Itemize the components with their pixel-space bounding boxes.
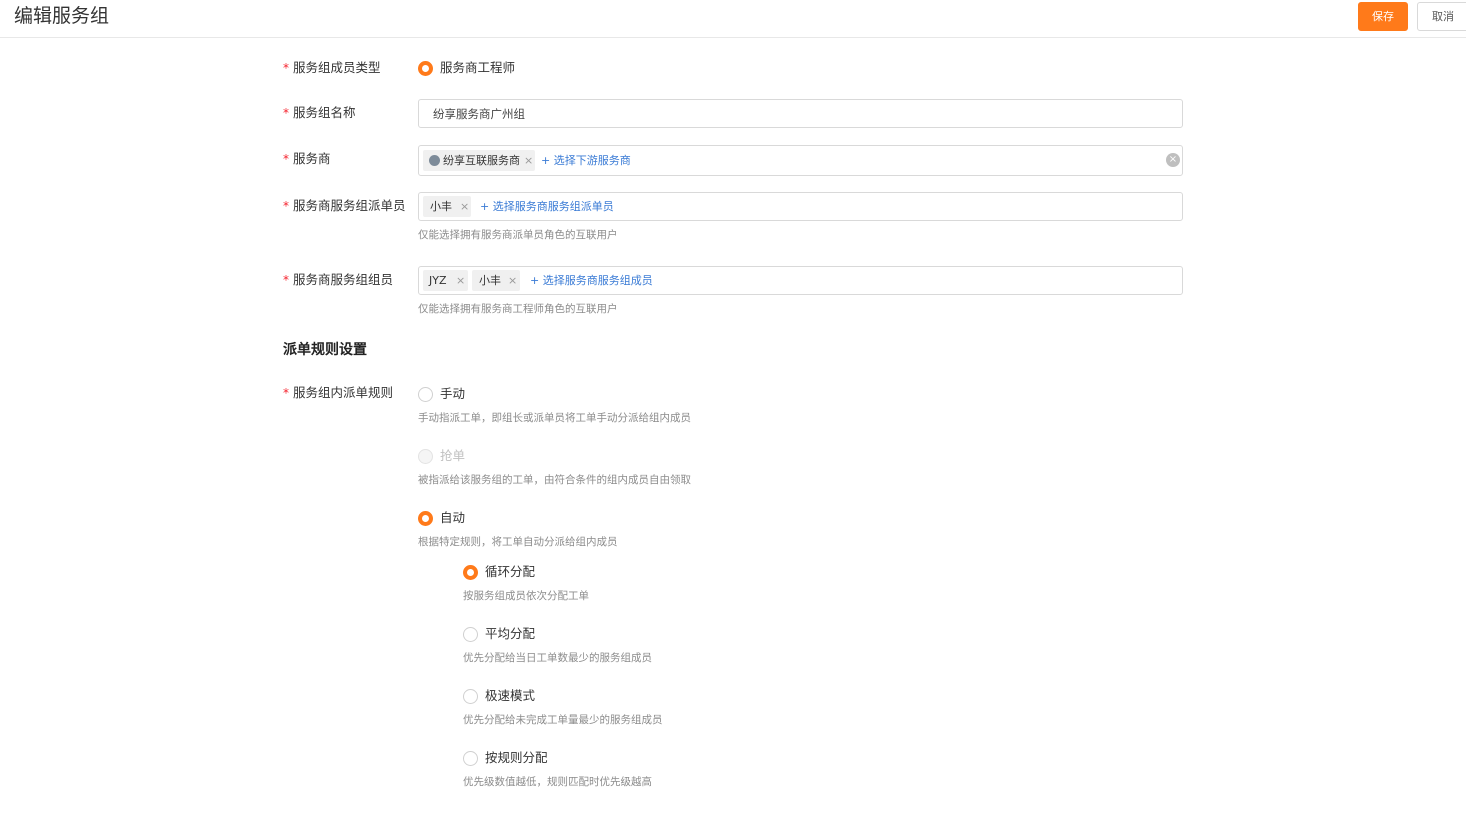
provider-tag-label: 纷享互联服务商 [443, 154, 520, 167]
close-icon[interactable]: × [460, 196, 469, 217]
required-mark: * [283, 152, 289, 166]
auto-speed-hint: 优先分配给未完成工单量最少的服务组成员 [463, 714, 663, 726]
provider-tag: 纷享互联服务商 × [423, 150, 535, 171]
group-name-label: * 服务组名称 [283, 105, 356, 120]
required-mark: * [283, 386, 289, 400]
cancel-button[interactable]: 取消 [1417, 2, 1466, 31]
dispatcher-label: * 服务商服务组派单员 [283, 198, 406, 213]
member-tag: JYZ × [423, 270, 468, 291]
group-name-value: 纷享服务商广州组 [433, 107, 525, 121]
globe-icon [429, 155, 440, 166]
group-name-input[interactable]: 纷享服务商广州组 [418, 99, 1183, 128]
rule-auto-hint: 根据特定规则，将工单自动分派给组内成员 [418, 536, 618, 548]
auto-speed-label: 极速模式 [485, 688, 536, 703]
member-type-radio[interactable] [418, 61, 433, 76]
required-mark: * [283, 199, 289, 213]
member-tag-label: 小丰 [479, 274, 501, 287]
page-title: 编辑服务组 [14, 5, 110, 27]
close-icon[interactable]: × [456, 270, 465, 291]
rule-manual-radio[interactable] [418, 387, 433, 402]
close-icon[interactable]: × [524, 150, 533, 171]
auto-round-robin-hint: 按服务组成员依次分配工单 [463, 590, 589, 602]
page-header: 编辑服务组 保存 取消 [0, 0, 1466, 38]
members-label: * 服务商服务组组员 [283, 272, 394, 287]
select-dispatcher-link[interactable]: + 选择服务商服务组派单员 [480, 196, 614, 217]
required-mark: * [283, 273, 289, 287]
auto-by-rule-hint: 优先级数值越低，规则匹配时优先级越高 [463, 776, 652, 788]
dispatcher-select[interactable]: 小丰 × + 选择服务商服务组派单员 [418, 192, 1183, 221]
provider-select[interactable]: 纷享互联服务商 × + 选择下游服务商 [418, 145, 1183, 176]
auto-average-radio[interactable] [463, 627, 478, 642]
auto-by-rule-label: 按规则分配 [485, 750, 548, 765]
dispatcher-tag-label: 小丰 [430, 200, 452, 213]
rule-manual-label: 手动 [440, 386, 466, 401]
required-mark: * [283, 61, 289, 75]
member-tag: 小丰 × [472, 270, 520, 291]
rule-auto-radio[interactable] [418, 511, 433, 526]
rule-grab-label: 抢单 [440, 448, 466, 463]
rule-auto-label: 自动 [440, 510, 466, 525]
auto-round-robin-label: 循环分配 [485, 564, 536, 579]
edit-service-group-page: 编辑服务组 保存 取消 * 服务组成员类型 服务商工程师 * 服务组名称 纷享服务商… [0, 0, 1466, 823]
auto-average-hint: 优先分配给当日工单数最少的服务组成员 [463, 652, 652, 664]
member-tag-label: JYZ [429, 274, 447, 287]
required-mark: * [283, 106, 289, 120]
select-members-link[interactable]: + 选择服务商服务组成员 [530, 270, 653, 291]
dispatcher-hint: 仅能选择拥有服务商派单员角色的互联用户 [418, 229, 618, 241]
dispatch-rule-label: * 服务组内派单规则 [283, 385, 394, 400]
select-provider-link[interactable]: + 选择下游服务商 [541, 150, 631, 171]
rule-grab-radio [418, 449, 433, 464]
section-title-dispatch-rules: 派单规则设置 [283, 342, 367, 358]
members-hint: 仅能选择拥有服务商工程师角色的互联用户 [418, 303, 618, 315]
auto-speed-radio[interactable] [463, 689, 478, 704]
members-select[interactable]: JYZ × 小丰 × + 选择服务商服务组成员 [418, 266, 1183, 295]
provider-label: * 服务商 [283, 151, 331, 166]
auto-average-label: 平均分配 [485, 626, 536, 641]
save-button[interactable]: 保存 [1358, 2, 1408, 31]
rule-manual-hint: 手动指派工单，即组长或派单员将工单手动分派给组内成员 [418, 412, 691, 424]
auto-by-rule-radio[interactable] [463, 751, 478, 766]
member-type-label: * 服务组成员类型 [283, 60, 381, 75]
auto-round-robin-radio[interactable] [463, 565, 478, 580]
close-icon[interactable]: × [508, 270, 517, 291]
rule-grab-hint: 被指派给该服务组的工单，由符合条件的组内成员自由领取 [418, 474, 691, 486]
dispatcher-tag: 小丰 × [423, 196, 471, 217]
member-type-option-label: 服务商工程师 [440, 60, 516, 75]
clear-icon[interactable]: × [1166, 153, 1180, 167]
